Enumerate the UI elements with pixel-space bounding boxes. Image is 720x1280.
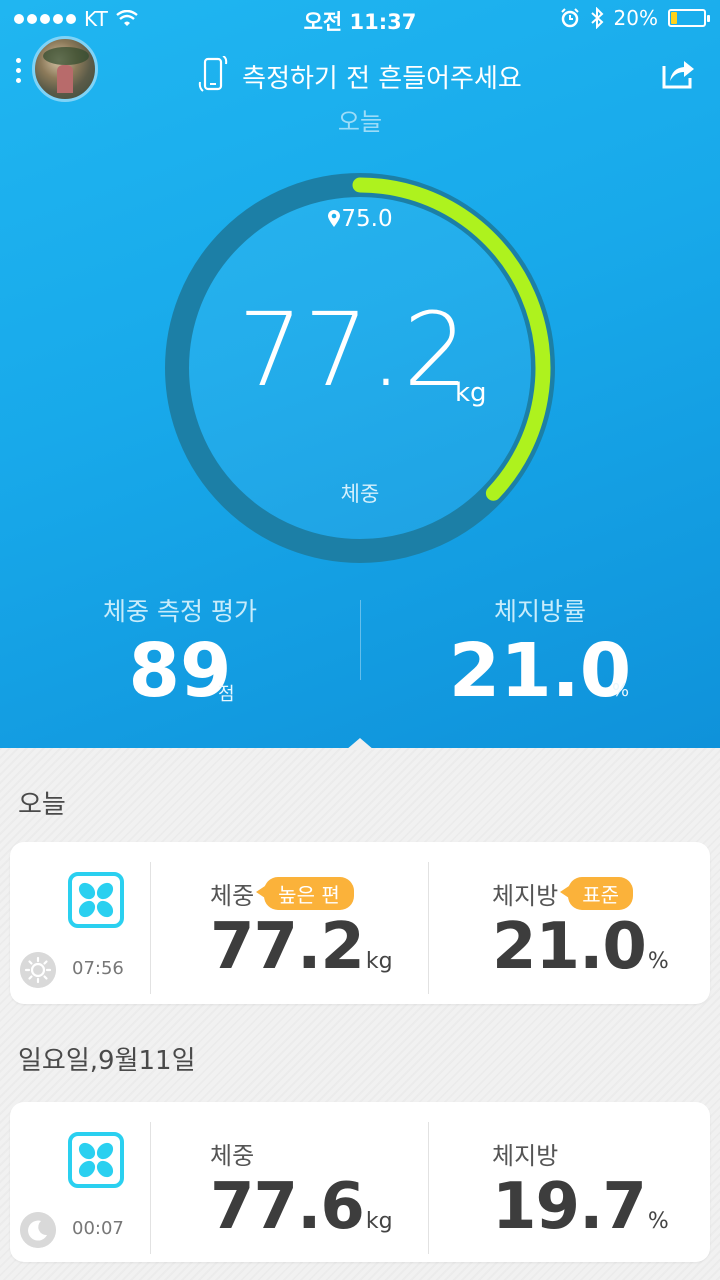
- body-fat-status-badge: 표준: [560, 877, 634, 910]
- bluetooth-icon: [590, 7, 603, 29]
- phone-shake-icon: [198, 56, 228, 92]
- body-fat-label: 체지방: [492, 882, 559, 910]
- body-fat-unit: %: [647, 949, 669, 974]
- body-fat-value: 21.0: [448, 628, 632, 714]
- alarm-icon: [560, 8, 579, 28]
- body-fat-unit: %: [647, 1209, 669, 1234]
- body-fat-value: 21.0: [492, 910, 647, 984]
- body-fat-label: 체지방: [492, 1142, 559, 1170]
- target-weight-value: 75.0: [341, 206, 393, 232]
- body-fat-metric: 체지방 표준 21.0%: [492, 876, 669, 979]
- score-value: 89: [128, 628, 232, 714]
- shake-hint: 측정하기 전 흔들어주세요: [0, 56, 720, 96]
- card-divider: [428, 862, 429, 994]
- weight-unit: kg: [365, 1209, 393, 1234]
- shake-hint-text: 측정하기 전 흔들어주세요: [242, 63, 522, 94]
- measurement-time: 00:07: [72, 1218, 124, 1239]
- status-bar: KT 오전 11:37 20%: [0, 0, 720, 36]
- section-title-date: 일요일,9월11일: [18, 1046, 196, 1076]
- period-label: 오늘: [337, 108, 383, 136]
- weight-status-badge: 높은 편: [256, 877, 354, 910]
- weight-value: 77.6: [210, 1170, 365, 1244]
- location-pin-icon: [328, 210, 341, 227]
- card-divider: [150, 1122, 151, 1254]
- battery-icon: [668, 9, 710, 27]
- battery-percent: 20%: [613, 6, 658, 30]
- section-title-today: 오늘: [18, 790, 66, 820]
- battery-fill: [671, 12, 677, 24]
- hero-panel: KT 오전 11:37 20% 측정하기 전 흔들어주세요 오늘 75.0 77…: [0, 0, 720, 748]
- body-fat-metric: 체지방 19.7%: [492, 1136, 669, 1239]
- sun-icon: [20, 952, 56, 988]
- measurement-time: 07:56: [72, 958, 124, 979]
- gauge-label: 체중: [340, 482, 380, 506]
- score-stat[interactable]: 체중 측정 평가 89 점: [0, 592, 360, 708]
- weight-metric: 체중 높은 편 77.2kg: [210, 876, 393, 979]
- current-weight-unit: kg: [455, 378, 487, 408]
- status-right: 20%: [560, 6, 710, 30]
- body-fat-label: 체지방률: [493, 597, 586, 626]
- target-weight: 75.0: [0, 206, 720, 232]
- score-unit: 점: [218, 684, 235, 705]
- share-icon[interactable]: [660, 56, 696, 90]
- moon-icon: [20, 1212, 56, 1248]
- weight-value: 77.2: [210, 910, 365, 984]
- score-label: 체중 측정 평가: [103, 597, 257, 626]
- card-divider: [428, 1122, 429, 1254]
- body-fat-value: 19.7: [492, 1170, 647, 1244]
- scale-logo-icon: [68, 872, 124, 928]
- weight-metric: 체중 77.6kg: [210, 1136, 393, 1239]
- measurement-card[interactable]: 07:56 체중 높은 편 77.2kg 체지방 표준 21.0%: [10, 842, 710, 1004]
- body-fat-stat[interactable]: 체지방률 21.0 %: [360, 592, 720, 708]
- weight-label: 체중: [210, 1142, 255, 1170]
- scale-logo-icon: [68, 1132, 124, 1188]
- body-fat-unit: %: [612, 680, 630, 701]
- current-weight: 77.2: [238, 291, 470, 410]
- weight-label: 체중: [210, 882, 255, 910]
- hero-pointer: [346, 738, 374, 750]
- weight-unit: kg: [365, 949, 393, 974]
- card-divider: [150, 862, 151, 994]
- measurement-card[interactable]: 00:07 체중 77.6kg 체지방 19.7%: [10, 1102, 710, 1262]
